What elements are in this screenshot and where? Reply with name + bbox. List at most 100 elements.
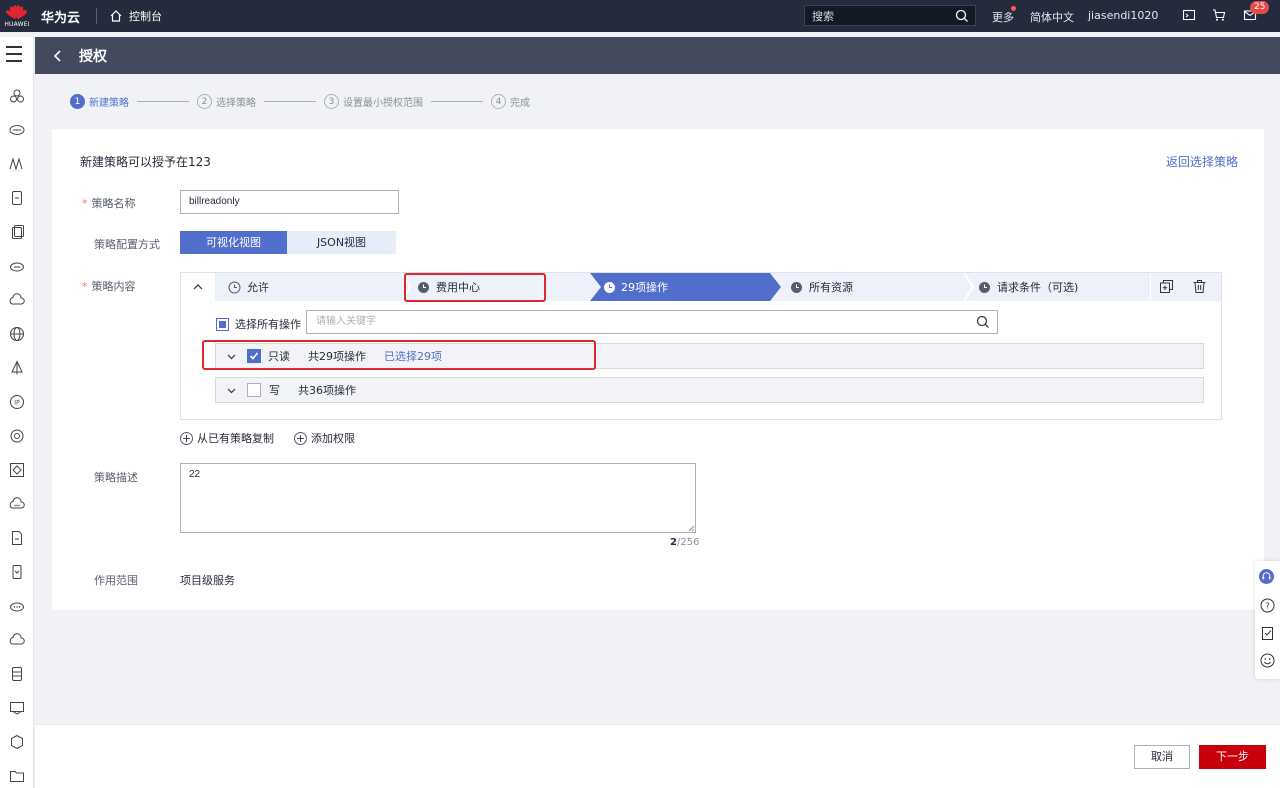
brand-name[interactable]: 华为云 bbox=[41, 7, 80, 26]
support-icon[interactable] bbox=[1259, 569, 1274, 584]
feedback-icon[interactable] bbox=[1260, 626, 1275, 641]
collapse-toggle[interactable] bbox=[181, 273, 215, 301]
wizard-steps: 1 新建策略 2 选择策略 3 设置最小授权范围 4 完成 bbox=[70, 94, 530, 109]
crumb-label: 29项操作 bbox=[621, 281, 668, 294]
group-total: 共36项操作 bbox=[298, 384, 356, 397]
step-label: 完成 bbox=[510, 98, 530, 109]
ip-icon[interactable]: IP bbox=[8, 393, 26, 411]
description-textarea[interactable]: 22 bbox=[180, 463, 696, 533]
storage-icon[interactable] bbox=[8, 189, 26, 207]
plus-circle-icon: + bbox=[180, 431, 193, 445]
crumb-label: 请求条件（可选) bbox=[997, 281, 1079, 294]
chevron-down-icon[interactable] bbox=[226, 385, 237, 396]
language-switch[interactable]: 简体中文 bbox=[1030, 9, 1074, 25]
json-view-button[interactable]: JSON视图 bbox=[287, 231, 396, 254]
crumb-separator bbox=[964, 273, 974, 301]
cloud-icon[interactable] bbox=[8, 257, 26, 275]
page-header: 授权 bbox=[35, 37, 1280, 74]
terminal-icon[interactable] bbox=[1182, 8, 1196, 22]
smile-icon[interactable] bbox=[1260, 653, 1275, 668]
keyword-search-input[interactable]: 请输入关键字 bbox=[306, 310, 998, 334]
cloud-outline-icon[interactable] bbox=[8, 631, 26, 649]
user-menu[interactable]: jiasendi1020 bbox=[1088, 9, 1158, 22]
clock-icon bbox=[791, 281, 802, 293]
scope-label: 作用范围 bbox=[94, 574, 138, 587]
next-step-button[interactable]: 下一步 bbox=[1199, 745, 1266, 769]
link-label: 添加权限 bbox=[311, 432, 355, 445]
console-link[interactable]: 控制台 bbox=[109, 8, 162, 24]
logo-word: HUAWEI bbox=[4, 20, 30, 28]
more-menu[interactable]: 更多 bbox=[992, 9, 1014, 25]
security-icon[interactable] bbox=[8, 427, 26, 445]
home-icon bbox=[110, 10, 122, 22]
search-icon[interactable] bbox=[976, 315, 990, 329]
visual-view-button[interactable]: 可视化视图 bbox=[180, 231, 287, 254]
crumb-conditions[interactable]: 请求条件（可选) bbox=[978, 273, 1078, 301]
monitor-icon[interactable] bbox=[8, 699, 26, 717]
delete-icon[interactable] bbox=[1192, 279, 1207, 294]
hexagon-icon[interactable] bbox=[8, 733, 26, 751]
scope-value: 项目级服务 bbox=[180, 574, 235, 587]
copy-icon[interactable] bbox=[1159, 279, 1174, 294]
search-icon[interactable] bbox=[955, 9, 969, 23]
select-all-label: 选择所有操作 bbox=[235, 318, 301, 331]
write-checkbox[interactable] bbox=[247, 383, 261, 397]
footer-bar bbox=[35, 724, 1280, 788]
global-search-input[interactable]: 搜索 bbox=[804, 5, 976, 26]
config-mode-toggle: 可视化视图 JSON视图 bbox=[180, 231, 396, 254]
svg-text:?: ? bbox=[1265, 602, 1269, 611]
cart-icon[interactable] bbox=[1212, 8, 1226, 22]
top-navbar: HUAWEI 华为云 控制台 搜索 更多 简体中文 jiasendi1020 2… bbox=[0, 0, 1280, 32]
action-group-write[interactable]: 写 共36项操作 bbox=[215, 377, 1204, 403]
menu-icon[interactable] bbox=[6, 46, 22, 67]
help-icon[interactable]: ? bbox=[1260, 598, 1275, 613]
network-icon[interactable] bbox=[8, 155, 26, 173]
folder-icon[interactable] bbox=[8, 767, 26, 785]
page-title: 授权 bbox=[79, 48, 107, 65]
step-new-policy: 1 新建策略 bbox=[70, 94, 129, 109]
add-permission-link[interactable]: + 添加权限 bbox=[294, 430, 355, 446]
step-select-policy: 2 选择策略 bbox=[197, 94, 256, 109]
backup-icon[interactable] bbox=[8, 223, 26, 241]
document-icon[interactable] bbox=[8, 529, 26, 547]
notification-dot bbox=[1011, 6, 1016, 11]
crumb-resources[interactable]: 所有资源 bbox=[790, 273, 853, 301]
clock-icon bbox=[979, 281, 990, 293]
highlight-box-service bbox=[404, 273, 546, 302]
step-number: 1 bbox=[70, 94, 85, 109]
back-arrow-icon[interactable] bbox=[51, 49, 65, 63]
step-connector bbox=[264, 101, 316, 102]
back-to-select-link[interactable]: 返回选择策略 bbox=[1166, 153, 1238, 170]
resize-handle-icon[interactable] bbox=[688, 525, 695, 532]
divider bbox=[1150, 273, 1151, 301]
select-all-actions[interactable]: 选择所有操作 bbox=[216, 316, 301, 332]
label-text: 策略名称 bbox=[91, 197, 136, 210]
sail-icon[interactable] bbox=[8, 359, 26, 377]
mobile-icon[interactable] bbox=[8, 563, 26, 581]
group-type: 写 bbox=[269, 384, 280, 397]
copy-from-policy-link[interactable]: + 从已有策略复制 bbox=[180, 430, 274, 446]
huawei-logo[interactable]: HUAWEI bbox=[0, 0, 34, 32]
globe-icon[interactable] bbox=[8, 325, 26, 343]
step-label: 选择策略 bbox=[216, 98, 256, 109]
dns-icon[interactable] bbox=[8, 461, 26, 479]
plus-circle-icon: + bbox=[294, 431, 307, 445]
policy-crumb-bar: 允许 费用中心 29项操作 所有资源 请求条件（可选) bbox=[181, 273, 1221, 301]
cloud-server-icon[interactable] bbox=[8, 121, 26, 139]
policy-name-input[interactable]: billreadonly bbox=[180, 190, 399, 214]
database-icon[interactable] bbox=[8, 665, 26, 683]
link-label: 从已有策略复制 bbox=[197, 432, 274, 445]
step-label: 设置最小授权范围 bbox=[343, 98, 423, 109]
crumb-effect[interactable]: 允许 bbox=[228, 273, 269, 301]
crumb-actions[interactable]: 29项操作 bbox=[603, 273, 668, 301]
cancel-button[interactable]: 取消 bbox=[1134, 745, 1190, 769]
cloud-service-icon[interactable] bbox=[8, 291, 26, 309]
cloud-more-icon[interactable] bbox=[8, 495, 26, 513]
cloud-dots-icon[interactable] bbox=[8, 597, 26, 615]
svg-text:IP: IP bbox=[14, 400, 20, 407]
select-all-checkbox[interactable] bbox=[216, 317, 229, 331]
floating-toolbar: ? bbox=[1255, 561, 1280, 679]
service-cluster-icon[interactable] bbox=[8, 87, 26, 105]
service-sidebar: IP bbox=[0, 37, 34, 788]
step-finish: 4 完成 bbox=[491, 94, 530, 109]
